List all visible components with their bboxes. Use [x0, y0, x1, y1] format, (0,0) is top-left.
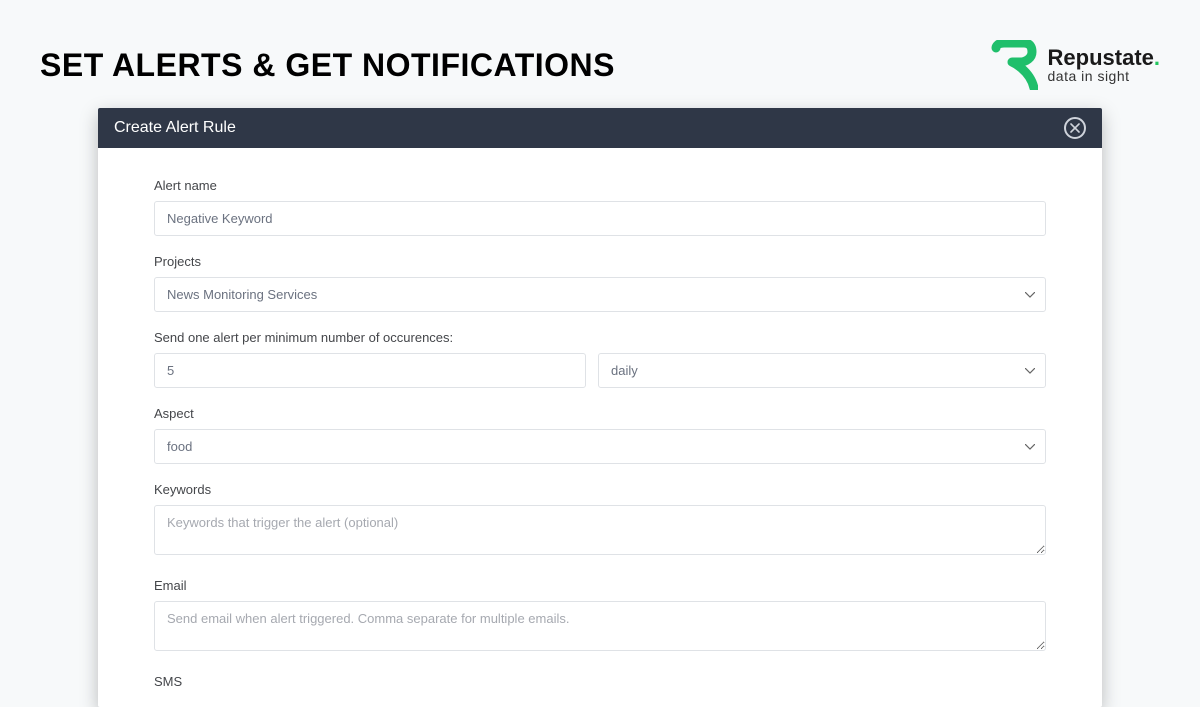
brand-block: Repustate. data in sight: [990, 40, 1160, 90]
close-icon[interactable]: [1064, 117, 1086, 139]
modal-body: Alert name Projects News Monitoring Serv…: [98, 148, 1102, 707]
aspect-select[interactable]: food: [154, 429, 1046, 464]
modal-title: Create Alert Rule: [114, 119, 236, 137]
keywords-textarea[interactable]: [154, 505, 1046, 555]
aspect-label: Aspect: [154, 406, 1046, 421]
alert-name-input[interactable]: [154, 201, 1046, 236]
brand-name: Repustate.: [1048, 46, 1160, 69]
sms-label: SMS: [154, 674, 1046, 689]
modal-header: Create Alert Rule: [98, 108, 1102, 148]
create-alert-modal: Create Alert Rule Alert name Projects Ne…: [98, 108, 1102, 707]
alert-name-label: Alert name: [154, 178, 1046, 193]
projects-select[interactable]: News Monitoring Services: [154, 277, 1046, 312]
email-label: Email: [154, 578, 1046, 593]
projects-label: Projects: [154, 254, 1046, 269]
brand-tagline: data in sight: [1048, 69, 1160, 84]
page-title: SET ALERTS & GET NOTIFICATIONS: [40, 47, 615, 84]
keywords-label: Keywords: [154, 482, 1046, 497]
repustate-logo-icon: [990, 40, 1038, 90]
email-textarea[interactable]: [154, 601, 1046, 651]
occurrences-label: Send one alert per minimum number of occ…: [154, 330, 1046, 345]
frequency-select[interactable]: daily: [598, 353, 1046, 388]
occurrences-input[interactable]: [154, 353, 586, 388]
